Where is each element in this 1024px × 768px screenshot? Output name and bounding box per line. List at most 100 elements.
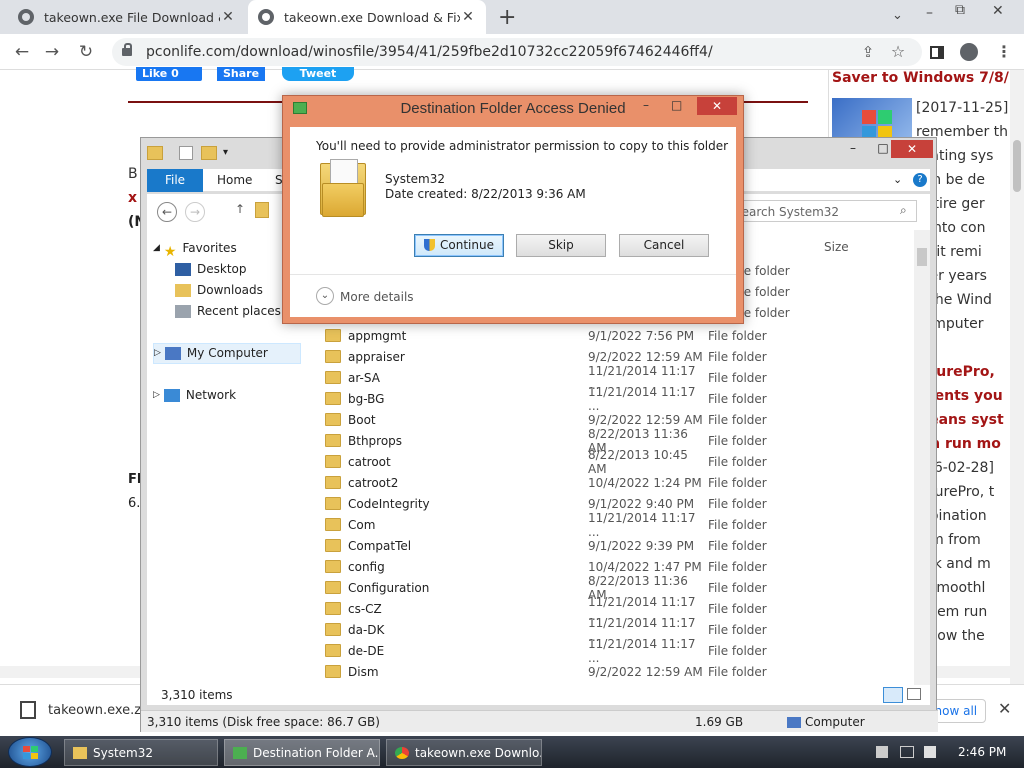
download-filename[interactable]: takeown.exe.zip	[48, 703, 153, 718]
status-left: 3,310 items (Disk free space: 86.7 GB)	[147, 715, 380, 729]
profile-avatar-icon[interactable]	[960, 43, 978, 61]
date-created: Date created: 8/22/2013 9:36 AM	[385, 187, 586, 201]
minimize-icon[interactable]: –	[838, 138, 868, 158]
folder-icon	[325, 497, 341, 510]
tweet-button[interactable]: Tweet	[282, 67, 354, 81]
nav-favorites[interactable]: ◢ ★ Favorites	[153, 238, 303, 260]
details-view-icon[interactable]	[883, 687, 903, 703]
facebook-share-button[interactable]: Share	[217, 67, 265, 81]
large-icons-view-icon[interactable]	[907, 688, 921, 700]
nav-desktop[interactable]: Desktop	[153, 259, 303, 280]
expand-chevron-icon[interactable]: ⌄	[316, 287, 334, 305]
nav-recent-places[interactable]: Recent places	[153, 301, 303, 322]
address-bar[interactable]: pconlife.com/download/winosfile/3954/41/…	[112, 38, 922, 66]
help-icon[interactable]: ?	[913, 173, 927, 187]
nav-downloads[interactable]: Downloads	[153, 280, 303, 301]
network-icon[interactable]	[900, 746, 914, 758]
close-icon[interactable]: ✕	[992, 3, 1004, 19]
forward-icon[interactable]: →	[40, 40, 64, 64]
sidebar-heading[interactable]: Saver to Windows 7/8/10	[832, 70, 1024, 86]
back-icon[interactable]: ←	[10, 40, 34, 64]
left-fragment: B	[128, 166, 138, 182]
file-row[interactable]: Dism 9/2/2022 12:59 AM File folder	[317, 661, 917, 682]
browser-tab-2[interactable]: takeown.exe Download & Fix For ✕	[248, 0, 486, 34]
folder-icon	[325, 560, 341, 573]
file-row[interactable]: appmgmt 9/1/2022 7:56 PM File folder	[317, 325, 917, 346]
status-size: 1.69 GB	[695, 715, 744, 729]
file-type: File folder	[708, 349, 767, 364]
tab-file[interactable]: File	[147, 169, 203, 192]
file-row[interactable]: CompatTel 9/1/2022 9:39 PM File folder	[317, 535, 917, 556]
tab-close-icon[interactable]: ✕	[220, 9, 236, 25]
tab-search-icon[interactable]: ⌄	[892, 8, 903, 23]
skip-button[interactable]: Skip	[516, 234, 606, 257]
close-icon[interactable]: ✕	[697, 97, 737, 115]
volume-muted-icon[interactable]	[876, 746, 888, 758]
continue-button[interactable]: Continue	[414, 234, 504, 257]
minimize-icon[interactable]: –	[926, 5, 933, 21]
folder-icon	[325, 434, 341, 447]
browser-tab-1[interactable]: takeown.exe File Download & Fix ✕	[8, 0, 246, 34]
file-row[interactable]: catroot 8/22/2013 10:45 AM File folder	[317, 448, 917, 476]
file-row[interactable]: Com 11/21/2014 11:17 ... File folder	[317, 511, 917, 539]
close-icon[interactable]: ✕	[891, 140, 933, 158]
search-input[interactable]: Search System32 ⌕	[727, 200, 917, 222]
cancel-button[interactable]: Cancel	[619, 234, 709, 257]
facebook-like-button[interactable]: Like 0	[136, 67, 202, 81]
folder-icon	[325, 539, 341, 552]
file-type: File folder	[708, 391, 767, 406]
menu-kebab-icon[interactable]: ⋮	[992, 40, 1016, 64]
reload-icon[interactable]: ↻	[74, 40, 98, 64]
nav-label: Network	[185, 388, 237, 402]
nav-network[interactable]: ▷ Network	[153, 385, 303, 406]
folder-name: System32	[385, 172, 446, 186]
file-row[interactable]: de-DE 11/21/2014 11:17 ... File folder	[317, 637, 917, 665]
scrollbar-thumb[interactable]	[1013, 140, 1021, 192]
tab-close-icon[interactable]: ✕	[460, 9, 476, 25]
taskbar-item-dialog[interactable]: Destination Folder A...	[224, 739, 380, 766]
properties-icon[interactable]	[179, 146, 193, 160]
nav-label: Downloads	[197, 283, 263, 297]
star-icon: ★	[163, 244, 177, 260]
more-details-link[interactable]: More details	[340, 290, 414, 304]
folder-icon	[325, 329, 341, 342]
forward-icon[interactable]: →	[185, 202, 205, 222]
folder-icon	[325, 371, 341, 384]
file-name: CompatTel	[348, 538, 412, 553]
taskbar-item-chrome[interactable]: takeown.exe Downlo...	[386, 739, 542, 766]
new-folder-icon[interactable]	[201, 146, 217, 160]
quick-access-dropdown-icon[interactable]: ▾	[223, 147, 228, 158]
new-tab-icon[interactable]: +	[498, 5, 516, 30]
file-date: 11/21/2014 11:17 ...	[588, 384, 696, 413]
close-download-bar-icon[interactable]: ✕	[998, 699, 1011, 718]
file-type: File folder	[708, 475, 767, 490]
action-center-icon[interactable]	[924, 746, 936, 758]
clock[interactable]: 2:46 PM	[958, 745, 1006, 759]
tab-home[interactable]: Home	[217, 173, 252, 187]
nav-my-computer[interactable]: ▷ My Computer	[153, 343, 301, 364]
zip-file-icon	[20, 701, 36, 719]
file-row[interactable]: bg-BG 11/21/2014 11:17 ... File folder	[317, 385, 917, 413]
minimize-icon[interactable]: –	[643, 98, 649, 112]
start-button[interactable]	[8, 737, 52, 767]
copy-icon	[233, 746, 247, 759]
side-panel-icon[interactable]	[930, 46, 944, 59]
taskbar-item-explorer[interactable]: System32	[64, 739, 218, 766]
scrollbar-thumb[interactable]	[917, 248, 927, 266]
back-icon[interactable]: ←	[157, 202, 177, 222]
up-icon[interactable]: ↑	[235, 202, 245, 216]
page-scrollbar[interactable]	[1010, 70, 1024, 684]
column-header-size[interactable]: Size	[824, 240, 849, 254]
folder-front	[322, 183, 364, 217]
maximize-icon[interactable]: □	[671, 98, 682, 112]
lock-icon	[122, 43, 132, 56]
file-row[interactable]: catroot2 10/4/2022 1:24 PM File folder	[317, 472, 917, 493]
file-list-scrollbar[interactable]	[914, 230, 930, 685]
ribbon-expand-icon[interactable]: ⌄	[893, 173, 902, 186]
bookmark-star-icon[interactable]: ☆	[886, 40, 910, 64]
status-bar: 3,310 items (Disk free space: 86.7 GB) 1…	[141, 710, 938, 732]
tab-title: takeown.exe Download & Fix For	[284, 9, 460, 25]
restore-icon[interactable]: ⧉	[955, 2, 965, 18]
share-icon[interactable]: ⇪	[856, 40, 880, 64]
